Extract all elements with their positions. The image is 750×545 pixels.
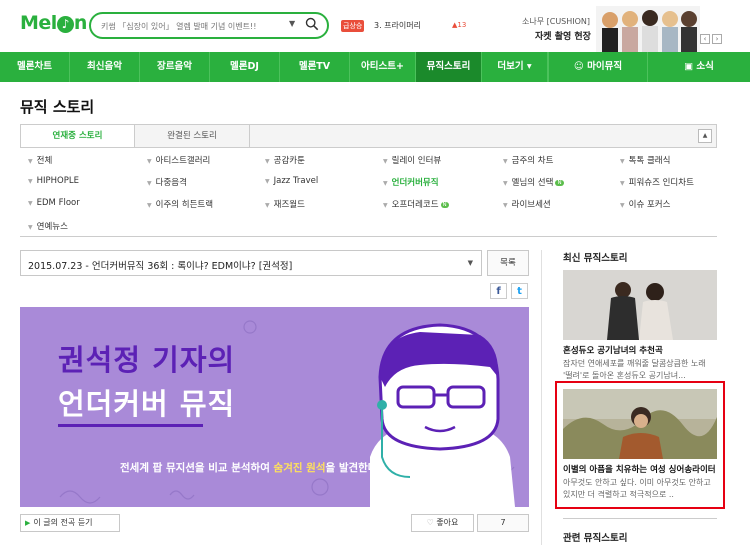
- tab-completed-stories[interactable]: 완결된 스토리: [135, 125, 250, 147]
- category-item[interactable]: ▼ 공감카툰: [265, 154, 305, 166]
- nav-genre-music[interactable]: 장르음악: [140, 52, 210, 82]
- trend-badge: 급상승: [341, 20, 365, 32]
- chevron-down-icon: ▼: [467, 259, 473, 267]
- story-thumbnail[interactable]: [563, 270, 717, 340]
- melon-logo-mark: ♪: [56, 16, 74, 33]
- category-item[interactable]: ▼ 톡톡 클래식: [620, 154, 670, 166]
- new-badge: N: [440, 202, 449, 208]
- nav-social[interactable]: ▣ 소식: [648, 52, 750, 82]
- latest-story-card[interactable]: 혼성듀오 공기남녀의 추천곡 잠자던 연애세포를 깨워줄 달콤상큼한 노래 '떨…: [563, 270, 717, 382]
- tab-ongoing-stories[interactable]: 연재중 스토리: [21, 125, 135, 147]
- promo-image[interactable]: [596, 6, 700, 52]
- trend-keyword[interactable]: 3. 프라이머리: [374, 20, 421, 31]
- promo-prev-button[interactable]: ‹: [700, 34, 710, 44]
- category-grid: ▼ 전체 ▼ 아티스트갤러리 ▼ 공감카툰 ▼ 릴레이 인터뷰 ▼ 금주의 차트 ▼ 톡톡 …: [20, 148, 717, 234]
- divider: [563, 518, 717, 519]
- column-divider: [541, 250, 542, 545]
- promo-subtitle[interactable]: 소나무 [CUSHION]: [522, 16, 590, 27]
- category-item[interactable]: ▼ 이주의 히든트랙: [147, 198, 213, 210]
- search-dropdown-icon[interactable]: ▼: [289, 19, 295, 28]
- page-title: 뮤직 스토리: [20, 98, 95, 116]
- main-navigation: 멜론차트 최신음악 장르음악 멜론DJ 멜론TV 아티스트+ 뮤직스토리 더보기…: [0, 52, 750, 82]
- category-item[interactable]: ▼ HIPHOPLE: [28, 176, 79, 186]
- nav-artist-plus[interactable]: 아티스트+: [350, 52, 416, 82]
- story-banner: 권석정 기자의 언더커버 뮤직 전세계 팝 뮤지션을 비교 분석하여 숨겨진 원…: [20, 307, 529, 507]
- list-button[interactable]: 목록: [487, 250, 529, 276]
- latest-stories-title: 최신 뮤직스토리: [563, 253, 628, 264]
- category-item[interactable]: ▼ Jazz Travel: [265, 176, 318, 186]
- banner-underline: [58, 424, 203, 427]
- category-item[interactable]: ▼ 오프더레코드 N: [383, 198, 449, 210]
- like-button[interactable]: ♡ 좋아요: [411, 514, 474, 532]
- divider: [20, 236, 717, 237]
- category-item[interactable]: ▼ 멜님의 선택 N: [503, 176, 564, 188]
- story-episode-title: 2015.07.23 - 언더커버뮤직 36회 : 록이냐? EDM이냐? [권…: [28, 261, 293, 272]
- category-item[interactable]: ▼ 이슈 포커스: [620, 198, 670, 210]
- category-item[interactable]: ▼ 릴레이 인터뷰: [383, 154, 441, 166]
- nav-melon-dj[interactable]: 멜론DJ: [210, 52, 280, 82]
- category-item[interactable]: ▼ 다중음격: [147, 176, 187, 188]
- story-episode-select[interactable]: 2015.07.23 - 언더커버뮤직 36회 : 록이냐? EDM이냐? [권…: [20, 250, 482, 276]
- search-box: ▼: [89, 12, 329, 39]
- category-item[interactable]: ▼ 금주의 차트: [503, 154, 553, 166]
- nav-my-music-label: 마이뮤직: [587, 61, 623, 72]
- highlight-box: [555, 381, 725, 509]
- facebook-share-icon[interactable]: f: [490, 283, 507, 299]
- nav-melon-chart[interactable]: 멜론차트: [0, 52, 70, 82]
- logo-n: n: [73, 12, 88, 34]
- banner-subtitle: 전세계 팝 뮤지션을 비교 분석하여 숨겨진 원석을 발견한다!: [120, 462, 383, 474]
- heart-icon: ♡: [426, 518, 437, 527]
- category-item[interactable]: ▼ 라이브세션: [503, 198, 551, 210]
- nav-melon-tv[interactable]: 멜론TV: [280, 52, 350, 82]
- search-input[interactable]: [101, 18, 281, 34]
- nav-social-label: 소식: [696, 61, 714, 72]
- nav-music-story[interactable]: 뮤직스토리: [416, 52, 482, 82]
- new-badge: N: [555, 180, 564, 186]
- category-item[interactable]: ▼ 연예뉴스: [28, 220, 68, 232]
- like-count: 7: [477, 514, 529, 532]
- search-icon[interactable]: [305, 17, 319, 31]
- twitter-share-icon[interactable]: t: [511, 283, 528, 299]
- promo-next-button[interactable]: ›: [712, 34, 722, 44]
- story-tabs: 연재중 스토리 완결된 스토리 ▲: [20, 124, 717, 148]
- listen-all-button[interactable]: ▶ 이 글의 전곡 듣기: [20, 514, 120, 532]
- category-item[interactable]: ▼ 재즈월드: [265, 198, 305, 210]
- nav-latest-music[interactable]: 최신음악: [70, 52, 140, 82]
- nav-more[interactable]: 더보기 ▾: [482, 52, 548, 82]
- melon-logo[interactable]: Mel ♪ n: [20, 12, 87, 34]
- category-item[interactable]: ▼ 아티스트갤러리: [147, 154, 210, 166]
- header: Mel♪n ▼ 급상승 3. 프라이머리 ▲13 소나무 [CUSHION] 자…: [0, 0, 750, 52]
- banner-title-line1: 권석정 기자의: [58, 343, 236, 377]
- category-item[interactable]: ▼ 피워슈즈 인디차트: [620, 176, 694, 188]
- related-stories-title: 관련 뮤직스토리: [563, 533, 628, 544]
- story-card-title[interactable]: 혼성듀오 공기남녀의 추천곡: [563, 344, 717, 356]
- collapse-toggle-icon[interactable]: ▲: [698, 129, 712, 143]
- category-item-active[interactable]: ▼ 언더커버뮤직: [383, 176, 439, 188]
- trend-count: ▲13: [452, 21, 467, 29]
- play-icon: ▶: [25, 519, 31, 527]
- promo-title[interactable]: 자켓 촬영 현장: [535, 29, 591, 42]
- category-item[interactable]: ▼ EDM Floor: [28, 198, 80, 208]
- person-icon: ☺: [573, 61, 588, 72]
- chat-icon: ▣: [684, 61, 697, 72]
- category-item[interactable]: ▼ 전체: [28, 154, 52, 166]
- banner-title-line2: 언더커버 뮤직: [58, 387, 236, 421]
- nav-my-music[interactable]: ☺ 마이뮤직: [548, 52, 648, 82]
- story-card-desc: 잠자던 연애세포를 깨워줄 달콤상큼한 노래 '떨려'로 돌아온 혼성듀오 공기…: [563, 359, 706, 380]
